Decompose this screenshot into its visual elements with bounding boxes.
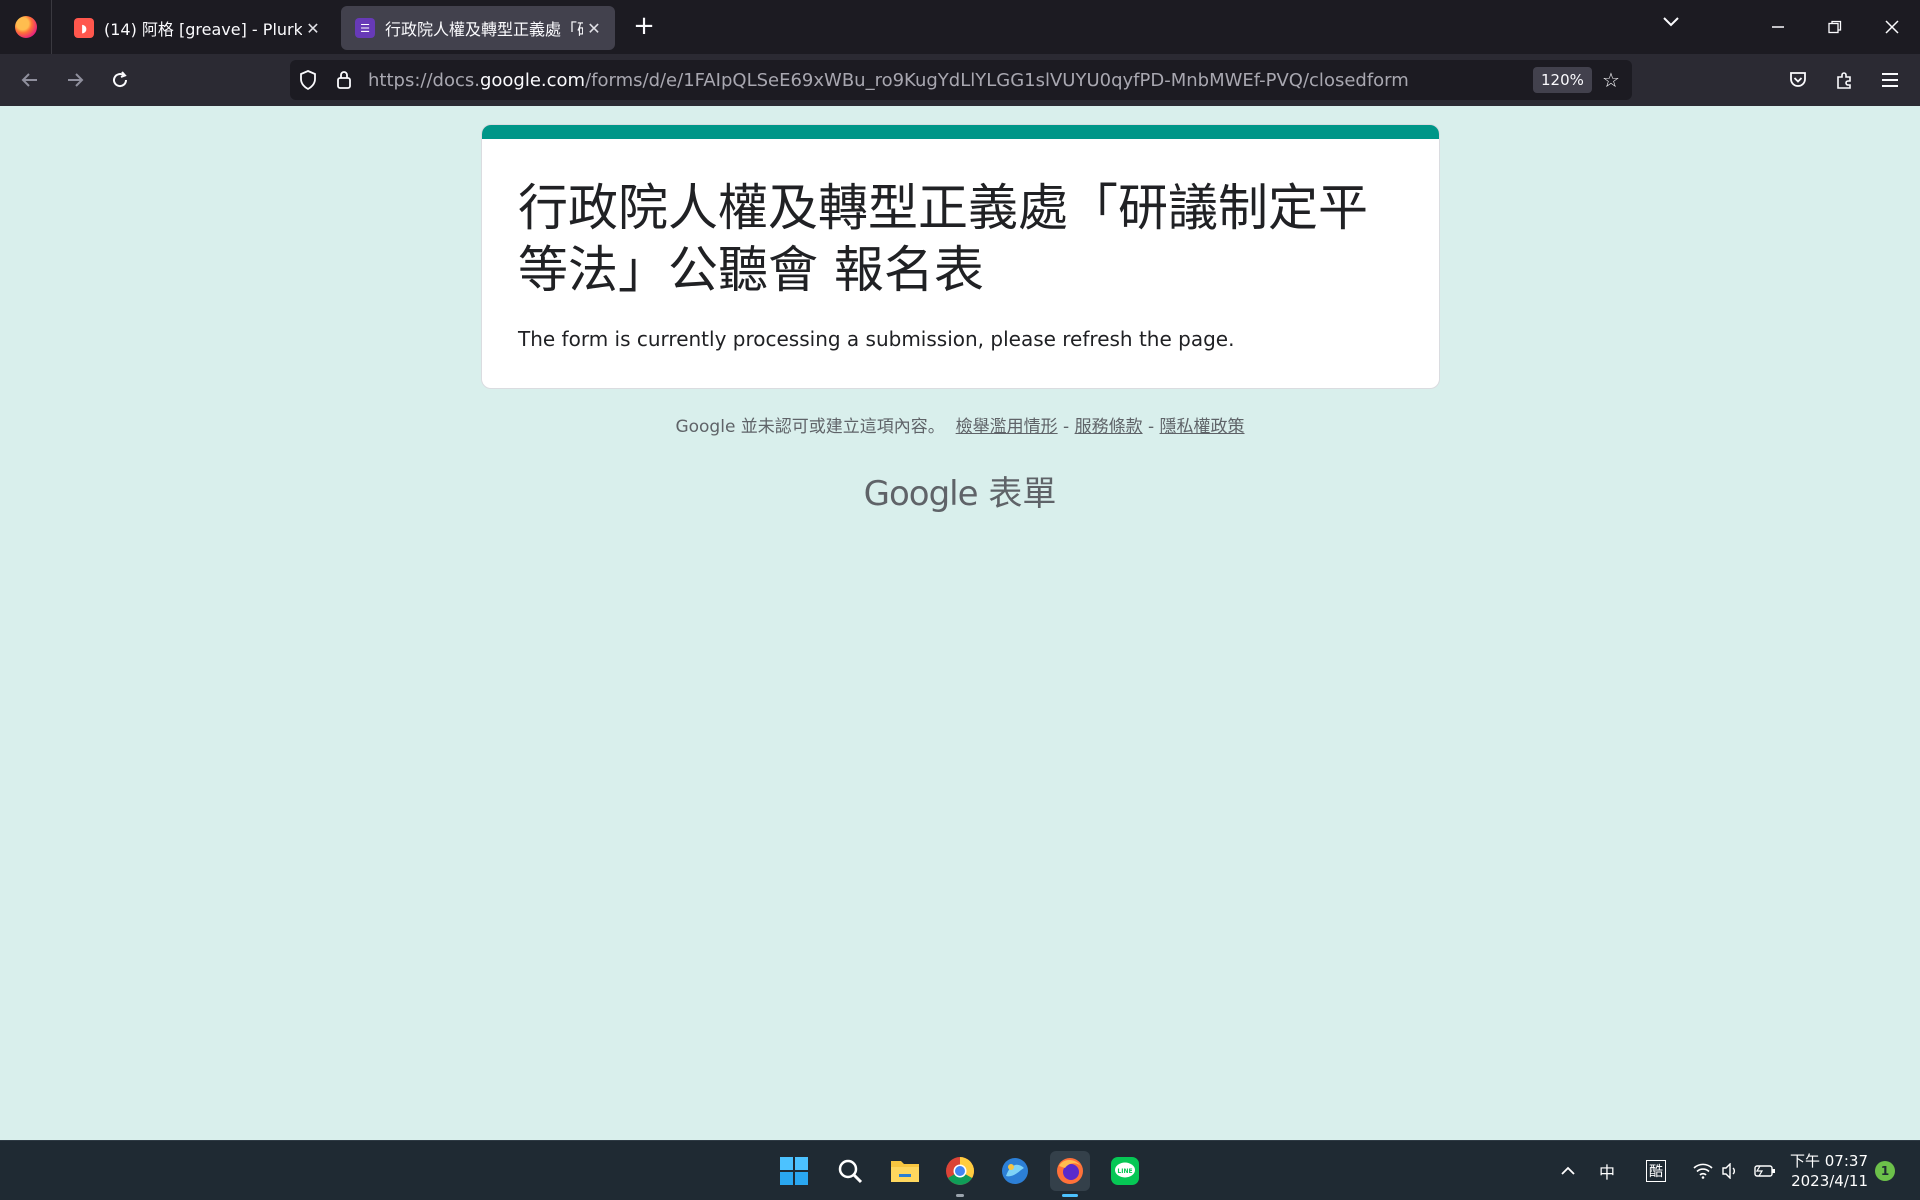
notification-badge[interactable]: 1 (1875, 1161, 1895, 1181)
form-title: 行政院人權及轉型正義處「研議制定平等法」公聽會 報名表 (518, 179, 1368, 299)
google-wordmark: Google (863, 474, 979, 514)
minimize-button[interactable] (1750, 0, 1806, 54)
url-text[interactable]: https://docs.google.com/forms/d/e/1FAIpQ… (368, 70, 1409, 91)
url-path: /forms/d/e/1FAIpQLSeE69xWBu_ro9KugYdLlYL… (585, 69, 1409, 91)
plurk-favicon-icon: ◗ (74, 18, 94, 38)
bookmark-star-icon[interactable]: ☆ (1602, 68, 1620, 92)
windows-taskbar: LINE 中 酷 下午 07:37 2023/4/11 1 (0, 1140, 1920, 1200)
zoom-level-button[interactable]: 120% (1533, 67, 1592, 93)
system-clock[interactable]: 下午 07:37 2023/4/11 (1790, 1151, 1868, 1191)
svg-text:LINE: LINE (1117, 1168, 1132, 1175)
close-tab-icon[interactable]: ✕ (583, 19, 605, 38)
firefox-taskbar-icon[interactable] (1050, 1151, 1090, 1197)
line-app-icon[interactable]: LINE (1105, 1151, 1145, 1191)
ime-mode-label: 酷 (1646, 1160, 1666, 1182)
separator: - (1147, 417, 1155, 437)
form-footer: Google 並未認可或建立這項內容。 檢舉濫用情形 - 服務條款 - 隱私權政… (0, 412, 1920, 437)
title-bar: ◗ (14) 阿格 [greave] - Plurk ✕ ☰ 行政院人權及轉型正… (0, 0, 1920, 54)
active-window-indicator (1062, 1194, 1078, 1197)
forms-product-name: 表單 (988, 474, 1057, 514)
file-explorer-icon[interactable] (885, 1151, 925, 1191)
tab-plurk[interactable]: ◗ (14) 阿格 [greave] - Plurk ✕ (60, 6, 334, 50)
chrome-icon[interactable] (940, 1151, 980, 1197)
forward-button[interactable] (57, 62, 93, 98)
photos-app-icon[interactable] (995, 1151, 1035, 1191)
volume-icon[interactable] (1722, 1141, 1740, 1200)
firefox-menu[interactable] (0, 0, 52, 54)
back-button[interactable] (12, 62, 48, 98)
terms-of-service-link[interactable]: 服務條款 (1075, 417, 1143, 437)
google-forms-favicon-icon: ☰ (355, 18, 375, 38)
tab-title: (14) 阿格 [greave] - Plurk (104, 20, 302, 39)
separator: - (1063, 417, 1070, 437)
lock-icon[interactable] (326, 60, 362, 100)
new-tab-button[interactable]: + (629, 12, 659, 42)
wifi-icon[interactable] (1693, 1141, 1713, 1200)
close-tab-icon[interactable]: ✕ (302, 19, 324, 38)
content-disclaimer: Google 並未認可或建立這項內容。 (675, 417, 945, 437)
google-forms-logo[interactable]: Google 表單 (0, 466, 1920, 515)
start-button[interactable] (774, 1151, 814, 1191)
form-accent-bar (482, 125, 1439, 139)
battery-icon[interactable] (1754, 1141, 1776, 1200)
clock-date: 2023/4/11 (1791, 1172, 1868, 1190)
form-status-message: The form is currently processing a submi… (518, 327, 1235, 351)
app-menu-icon[interactable] (1872, 62, 1908, 98)
tracking-protection-shield-icon[interactable] (290, 60, 326, 100)
form-header-card: 行政院人權及轉型正義處「研議制定平等法」公聽會 報名表 The form is … (481, 124, 1440, 389)
report-abuse-link[interactable]: 檢舉濫用情形 (956, 417, 1058, 437)
url-bar[interactable]: https://docs.google.com/forms/d/e/1FAIpQ… (290, 60, 1632, 100)
running-indicator (956, 1194, 964, 1197)
clock-time: 下午 07:37 (1790, 1152, 1868, 1170)
reload-button[interactable] (102, 62, 138, 98)
list-all-tabs-icon[interactable] (1662, 12, 1680, 33)
pocket-icon[interactable] (1780, 62, 1816, 98)
search-icon[interactable] (830, 1151, 870, 1191)
tab-title: 行政院人權及轉型正義處「研議 (385, 20, 583, 39)
close-window-button[interactable] (1864, 0, 1920, 54)
navigation-toolbar: https://docs.google.com/forms/d/e/1FAIpQ… (0, 54, 1920, 106)
url-host: google.com (479, 69, 586, 91)
ime-mode-indicator[interactable]: 酷 (1646, 1141, 1666, 1200)
windows-logo-icon (780, 1157, 808, 1185)
firefox-logo-icon (14, 16, 37, 38)
privacy-policy-link[interactable]: 隱私權政策 (1160, 417, 1245, 437)
tab-google-form[interactable]: ☰ 行政院人權及轉型正義處「研議 ✕ (341, 6, 615, 50)
extensions-icon[interactable] (1826, 62, 1862, 98)
url-prefix: https://docs. (368, 69, 480, 91)
restore-button[interactable] (1807, 0, 1863, 54)
show-hidden-icons-button[interactable] (1560, 1141, 1576, 1200)
ime-language-indicator[interactable]: 中 (1599, 1141, 1615, 1200)
